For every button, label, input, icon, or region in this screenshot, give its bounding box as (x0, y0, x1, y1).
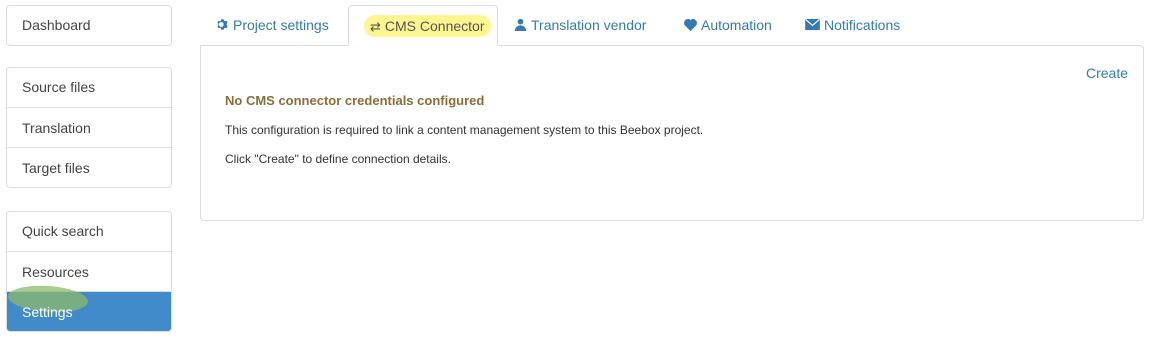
sidebar-group-main: Dashboard (6, 5, 172, 46)
sidebar-group-tools: Quick search Resources Settings (6, 211, 172, 332)
exchange-icon: ⇄ (370, 19, 381, 34)
heart-icon (684, 5, 697, 46)
sidebar-item-translation[interactable]: Translation (7, 107, 171, 147)
gear-icon (216, 5, 229, 46)
tab-cms-connector[interactable]: ⇄ CMS Connector (348, 5, 498, 46)
sidebar-group-files: Source files Translation Target files (6, 67, 172, 188)
tab-label: Automation (701, 17, 772, 33)
tab-translation-vendor[interactable]: Translation vendor (514, 5, 646, 46)
cms-connector-highlight: ⇄ CMS Connector (364, 15, 491, 37)
cms-connector-panel: Create No CMS connector credentials conf… (200, 45, 1144, 221)
settings-highlight: Settings (22, 292, 73, 331)
create-link[interactable]: Create (1086, 65, 1128, 81)
tab-automation[interactable]: Automation (684, 5, 772, 46)
sidebar-item-source-files[interactable]: Source files (7, 68, 171, 107)
sidebar-item-label: Settings (22, 304, 73, 320)
tab-notifications[interactable]: Notifications (805, 5, 900, 46)
sidebar-item-target-files[interactable]: Target files (7, 147, 171, 187)
empty-state-description: This configuration is required to link a… (225, 123, 704, 137)
empty-state-title: No CMS connector credentials configured (225, 93, 485, 108)
sidebar-item-dashboard[interactable]: Dashboard (7, 6, 171, 45)
user-icon (514, 5, 527, 46)
empty-state-hint: Click "Create" to define connection deta… (225, 152, 451, 166)
tab-label: Project settings (233, 17, 329, 33)
sidebar-item-settings[interactable]: Settings (7, 291, 171, 331)
tab-label: CMS Connector (384, 18, 485, 34)
tab-label: Notifications (824, 17, 901, 33)
tab-project-settings[interactable]: Project settings (216, 5, 329, 46)
tab-label: Translation vendor (531, 17, 647, 33)
envelope-icon (805, 5, 820, 46)
settings-tabs: Project settings ⇄ CMS Connector Translat… (200, 5, 1144, 46)
sidebar-item-quick-search[interactable]: Quick search (7, 212, 171, 251)
